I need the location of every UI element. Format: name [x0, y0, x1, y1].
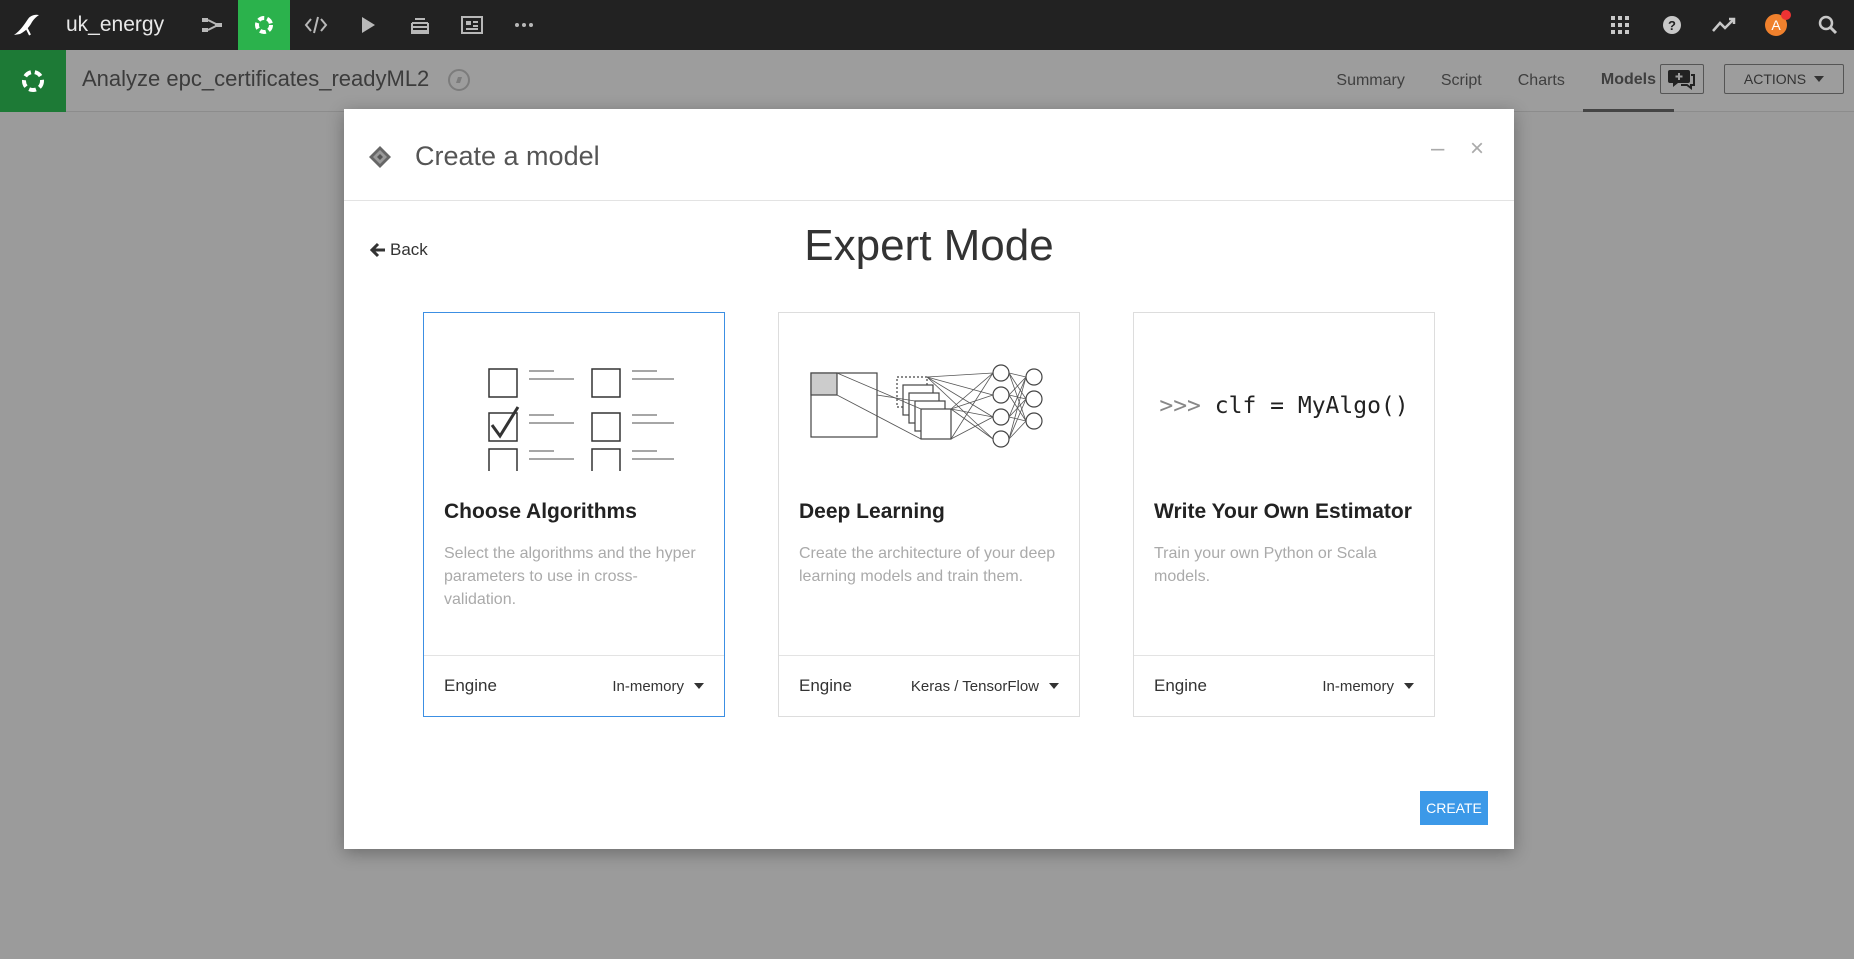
tab-summary[interactable]: Summary — [1318, 50, 1422, 112]
analysis-icon — [0, 50, 66, 112]
engine-value: In-memory — [1322, 677, 1394, 695]
user-avatar[interactable]: A — [1750, 0, 1802, 50]
custom-estimator-card[interactable]: >>> clf = MyAlgo() Write Your Own Estima… — [1133, 312, 1435, 717]
card-title: Deep Learning — [799, 500, 945, 523]
svg-text:?: ? — [1668, 18, 1676, 33]
tab-script[interactable]: Script — [1423, 50, 1500, 112]
apps-grid-icon[interactable] — [1594, 0, 1646, 50]
card-description: Create the architecture of your deep lea… — [799, 545, 1056, 585]
card-footer: Engine In-memory — [1134, 655, 1434, 716]
compass-icon[interactable] — [447, 68, 471, 97]
create-button[interactable]: CREATE — [1420, 791, 1488, 825]
engine-value: Keras / TensorFlow — [910, 677, 1039, 695]
deep-learning-card[interactable]: Deep Learning Create the architecture of… — [778, 312, 1080, 717]
back-label: Back — [390, 240, 428, 259]
actions-dropdown[interactable]: ACTIONS — [1724, 64, 1844, 94]
actions-label: ACTIONS — [1743, 71, 1807, 87]
tab-charts[interactable]: Charts — [1500, 50, 1583, 112]
engine-select[interactable]: In-memory — [612, 678, 704, 695]
caret-down-icon — [1049, 683, 1059, 689]
analysis-tabs: Summary Script Charts Models — [1318, 50, 1674, 112]
analysis-title: Analyze epc_certificates_readyML2 — [82, 66, 430, 91]
card-title: Choose Algorithms — [444, 500, 637, 523]
choose-algorithms-card[interactable]: Choose Algorithms Select the algorithms … — [423, 312, 725, 717]
caret-down-icon — [1814, 76, 1825, 82]
modal-header: Create a model – × — [344, 109, 1514, 201]
mode-title: Expert Mode — [804, 221, 1054, 270]
card-description: Train your own Python or Scala models. — [1154, 545, 1377, 585]
card-description: Select the algorithms and the hyper para… — [444, 545, 696, 608]
help-icon[interactable]: ? — [1646, 0, 1698, 50]
card-footer: Engine In-memory — [424, 655, 724, 716]
minimize-icon[interactable]: – — [1431, 135, 1444, 163]
caret-down-icon — [694, 683, 704, 689]
activity-trend-icon[interactable] — [1698, 0, 1750, 50]
code-prompt: >>> — [1159, 392, 1201, 419]
engine-label: Engine — [1154, 676, 1207, 695]
card-footer: Engine Keras / TensorFlow — [779, 655, 1079, 716]
dataiku-bird-logo-icon[interactable] — [0, 0, 54, 50]
flow-icon[interactable] — [186, 0, 238, 50]
dashboard-icon[interactable] — [446, 0, 498, 50]
stack-icon[interactable] — [394, 0, 446, 50]
modal-title: Create a model — [415, 141, 600, 171]
engine-label: Engine — [799, 676, 852, 695]
analysis-header: Analyze epc_certificates_readyML2 Summar… — [0, 50, 1854, 112]
lab-circle-icon[interactable] — [238, 0, 290, 50]
engine-select[interactable]: Keras / TensorFlow — [911, 678, 1059, 695]
create-model-modal: Create a model – × Expert Mode Back Choo… — [344, 109, 1514, 849]
more-icon[interactable] — [498, 0, 550, 50]
code-text: clf = MyAlgo() — [1214, 392, 1409, 419]
engine-value: In-memory — [612, 677, 684, 695]
run-icon[interactable] — [342, 0, 394, 50]
model-diamond-icon — [368, 145, 392, 174]
checklist-icon — [424, 313, 724, 471]
neural-network-icon — [779, 313, 1079, 468]
top-navbar: uk_energy ? A — [0, 0, 1854, 50]
notification-dot — [1781, 10, 1791, 20]
engine-select[interactable]: In-memory — [1322, 678, 1414, 695]
close-icon[interactable]: × — [1470, 135, 1484, 163]
arrow-left-icon — [370, 242, 385, 258]
engine-label: Engine — [444, 676, 497, 695]
discussions-button[interactable] — [1660, 64, 1704, 94]
caret-down-icon — [1404, 683, 1414, 689]
project-name[interactable]: uk_energy — [54, 13, 186, 37]
discussion-icon — [1668, 70, 1695, 90]
search-icon[interactable] — [1802, 0, 1854, 50]
card-title: Write Your Own Estimator — [1154, 500, 1412, 523]
back-link[interactable]: Back — [370, 240, 428, 260]
code-snippet: >>> clf = MyAlgo() — [1134, 313, 1434, 468]
code-icon[interactable] — [290, 0, 342, 50]
